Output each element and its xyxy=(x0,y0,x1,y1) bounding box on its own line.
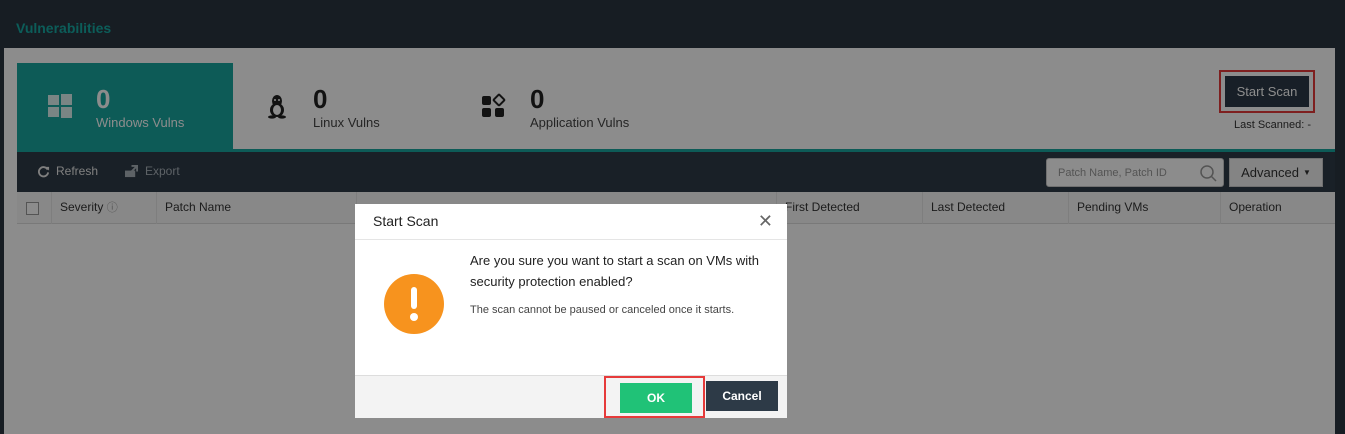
warning-icon xyxy=(384,274,444,334)
ok-highlight: OK xyxy=(604,376,705,418)
ok-button[interactable]: OK xyxy=(620,383,692,413)
dialog-note: The scan cannot be paused or canceled on… xyxy=(470,304,735,316)
dialog-title: Start Scan xyxy=(373,213,439,229)
dialog-header: Start Scan ✕ xyxy=(355,204,787,240)
start-scan-dialog: Start Scan ✕ Are you sure you want to st… xyxy=(355,204,787,418)
dialog-footer: OK Cancel xyxy=(355,375,787,418)
dialog-message: Are you sure you want to start a scan on… xyxy=(470,253,760,289)
cancel-button[interactable]: Cancel xyxy=(706,381,778,411)
close-icon[interactable]: ✕ xyxy=(758,212,773,230)
